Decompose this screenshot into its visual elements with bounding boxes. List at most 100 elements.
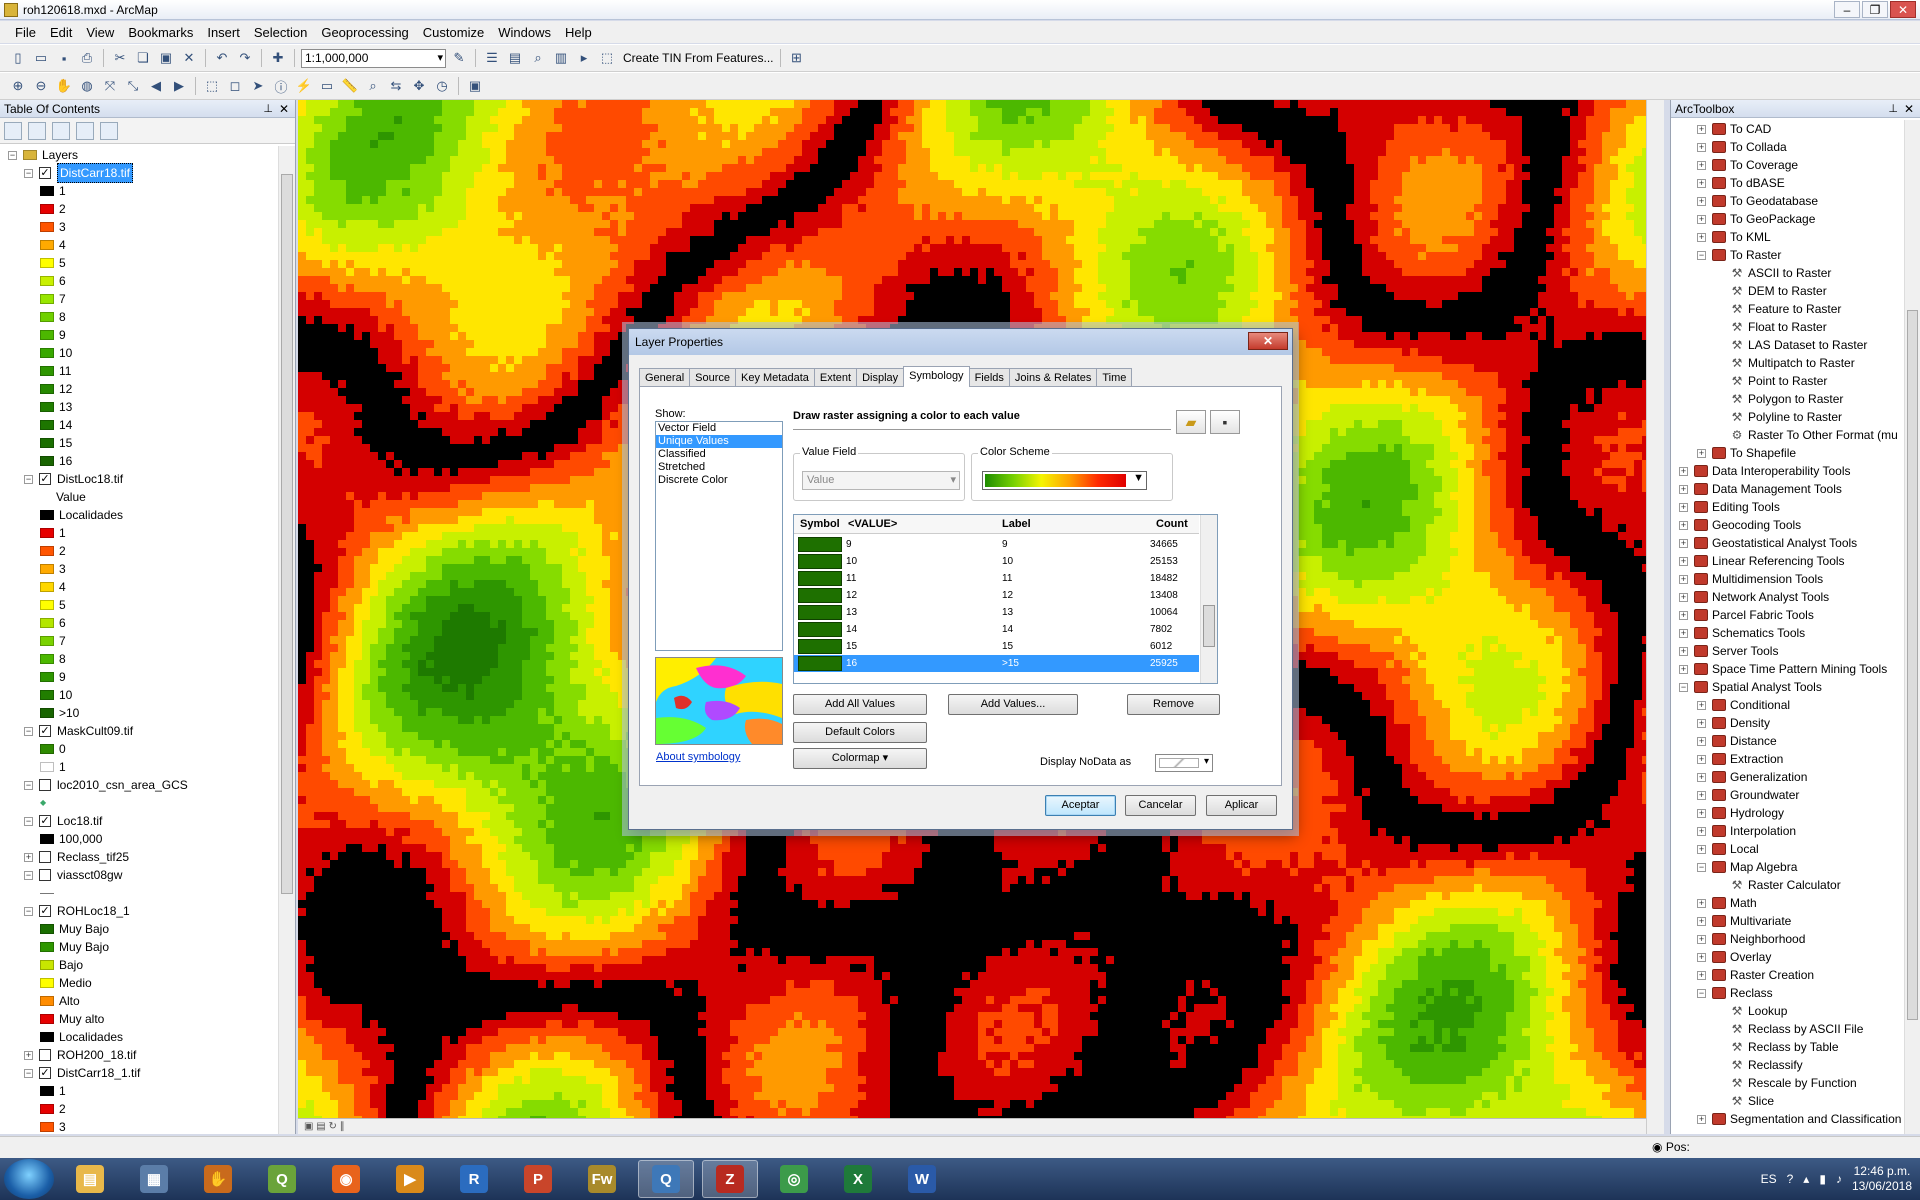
expand-collapse-icon[interactable]: +: [1697, 1114, 1706, 1124]
legend-class-row[interactable]: 100,000: [40, 830, 102, 848]
expand-collapse-icon[interactable]: +: [1697, 214, 1706, 224]
legend-class-row[interactable]: 10: [40, 344, 72, 362]
legend-class-row[interactable]: 11: [40, 362, 71, 380]
expand-collapse-icon[interactable]: +: [1697, 700, 1706, 710]
legend-swatch[interactable]: [40, 708, 54, 718]
legend-swatch[interactable]: [40, 744, 54, 754]
layer-label[interactable]: Bajo: [59, 956, 83, 974]
toolset-row[interactable]: + Groundwater: [1697, 786, 1799, 804]
layer-row[interactable]: − ✓ Loc18.tif: [24, 812, 102, 830]
toolbox-item-label[interactable]: Segmentation and Classification: [1730, 1110, 1901, 1128]
legend-swatch[interactable]: [40, 528, 54, 538]
layer-label[interactable]: DistLoc18.tif: [57, 470, 123, 488]
legend-class-row[interactable]: 3: [40, 218, 66, 236]
delete-icon[interactable]: ✕: [179, 48, 199, 68]
legend-swatch[interactable]: [40, 1104, 54, 1114]
legend-swatch[interactable]: [40, 582, 54, 592]
toolbox-item-label[interactable]: Raster Calculator: [1748, 876, 1841, 894]
toolset-row[interactable]: + Geocoding Tools: [1679, 516, 1801, 534]
expand-collapse-icon[interactable]: −: [24, 726, 33, 736]
create-viewer-window-icon[interactable]: ▣: [465, 76, 485, 96]
layer-label[interactable]: 5: [59, 596, 66, 614]
clock[interactable]: 12:46 p.m. 13/06/2018: [1852, 1164, 1912, 1194]
legend-swatch[interactable]: [40, 366, 54, 376]
toolset-row[interactable]: + Hydrology: [1697, 804, 1784, 822]
legend-swatch[interactable]: [40, 1122, 54, 1132]
expand-collapse-icon[interactable]: +: [1679, 574, 1688, 584]
toolset-row[interactable]: + Neighborhood: [1697, 930, 1805, 948]
layer-label[interactable]: Loc18.tif: [57, 812, 102, 830]
pan-icon[interactable]: ✋: [54, 76, 74, 96]
label-cell[interactable]: 12: [1002, 587, 1013, 604]
toolbox-item-label[interactable]: Conditional: [1730, 696, 1790, 714]
legend-swatch[interactable]: [40, 636, 54, 646]
legend-swatch[interactable]: [40, 456, 54, 466]
redo-icon[interactable]: ↷: [235, 48, 255, 68]
menu-file[interactable]: File: [8, 25, 43, 40]
toolbox-item-label[interactable]: LAS Dataset to Raster: [1748, 336, 1867, 354]
time-slider-icon[interactable]: ◷: [432, 76, 452, 96]
value-row[interactable]: 14 14 7802: [794, 621, 1199, 638]
layer-label[interactable]: 8: [59, 308, 66, 326]
layer-label[interactable]: 3: [59, 560, 66, 578]
expand-collapse-icon[interactable]: −: [1697, 988, 1706, 998]
expand-collapse-icon[interactable]: +: [24, 1050, 33, 1060]
value-row[interactable]: 12 12 13408: [794, 587, 1199, 604]
renderer-option[interactable]: Stretched: [656, 461, 782, 474]
toc-options-icon[interactable]: [100, 121, 118, 140]
label-cell[interactable]: 14: [1002, 621, 1013, 638]
toolbox-item-label[interactable]: Generalization: [1730, 768, 1807, 786]
expand-collapse-icon[interactable]: −: [1697, 250, 1706, 260]
expand-collapse-icon[interactable]: +: [1679, 538, 1688, 548]
toolset-row[interactable]: + Segmentation and Classification: [1697, 1110, 1901, 1128]
layer-label[interactable]: Layers: [42, 146, 78, 164]
legend-class-row[interactable]: Bajo: [40, 956, 83, 974]
layer-label[interactable]: 2: [59, 1100, 66, 1118]
toolbox-item-label[interactable]: To Shapefile: [1730, 444, 1796, 462]
legend-swatch[interactable]: [40, 546, 54, 556]
find-icon[interactable]: ⌕: [363, 76, 383, 96]
expand-collapse-icon[interactable]: +: [1697, 448, 1706, 458]
legend-class-row[interactable]: 1: [40, 524, 66, 542]
tool-row[interactable]: ⚒ Rescale by Function: [1715, 1074, 1857, 1092]
expand-collapse-icon[interactable]: +: [1697, 808, 1706, 818]
layer-label[interactable]: 1: [59, 758, 66, 776]
add-data-icon[interactable]: ✚: [268, 48, 288, 68]
toolset-row[interactable]: + Distance: [1697, 732, 1777, 750]
toolbox-item-label[interactable]: Raster Creation: [1730, 966, 1814, 984]
copy-icon[interactable]: ❏: [133, 48, 153, 68]
taskbar-r[interactable]: R: [446, 1160, 502, 1198]
layer-label[interactable]: 6: [59, 272, 66, 290]
go-to-xy-icon[interactable]: ✥: [409, 76, 429, 96]
minimize-button[interactable]: –: [1834, 1, 1860, 18]
layer-label[interactable]: Reclass_tif25: [57, 848, 129, 866]
line-symbol-icon[interactable]: [40, 892, 54, 894]
toolset-row[interactable]: + Extraction: [1697, 750, 1783, 768]
modelbuilder-icon[interactable]: ⬚: [597, 48, 617, 68]
layer-label[interactable]: 16: [59, 452, 72, 470]
help-icon[interactable]: ?: [1787, 1172, 1794, 1186]
label-column-header[interactable]: Label: [1002, 518, 1031, 530]
legend-class-row[interactable]: 15: [40, 434, 72, 452]
taskbar-word[interactable]: W: [894, 1160, 950, 1198]
taskbar-fireworks[interactable]: Fw: [574, 1160, 630, 1198]
forward-extent-icon[interactable]: ▶: [169, 76, 189, 96]
cut-icon[interactable]: ✂: [110, 48, 130, 68]
expand-collapse-icon[interactable]: +: [24, 852, 33, 862]
toolbox-item-label[interactable]: Point to Raster: [1748, 372, 1827, 390]
legend-swatch[interactable]: [40, 654, 54, 664]
tool-row[interactable]: ⚒ Slice: [1715, 1092, 1774, 1110]
toolbox-item-label[interactable]: To GeoPackage: [1730, 210, 1815, 228]
toolset-row[interactable]: + To Shapefile: [1697, 444, 1796, 462]
label-cell[interactable]: 13: [1002, 604, 1013, 621]
layer-label[interactable]: 6: [59, 614, 66, 632]
legend-class-row[interactable]: 13: [40, 398, 72, 416]
toolset-row[interactable]: + Math: [1697, 894, 1757, 912]
legend-swatch[interactable]: [40, 438, 54, 448]
layer-label[interactable]: 7: [59, 290, 66, 308]
tool-row[interactable]: ⚒ Multipatch to Raster: [1715, 354, 1855, 372]
layer-visibility-checkbox[interactable]: [39, 779, 51, 791]
toolset-row[interactable]: + Density: [1697, 714, 1770, 732]
legend-class-row[interactable]: 6: [40, 614, 66, 632]
toolbox-item-label[interactable]: Network Analyst Tools: [1712, 588, 1829, 606]
